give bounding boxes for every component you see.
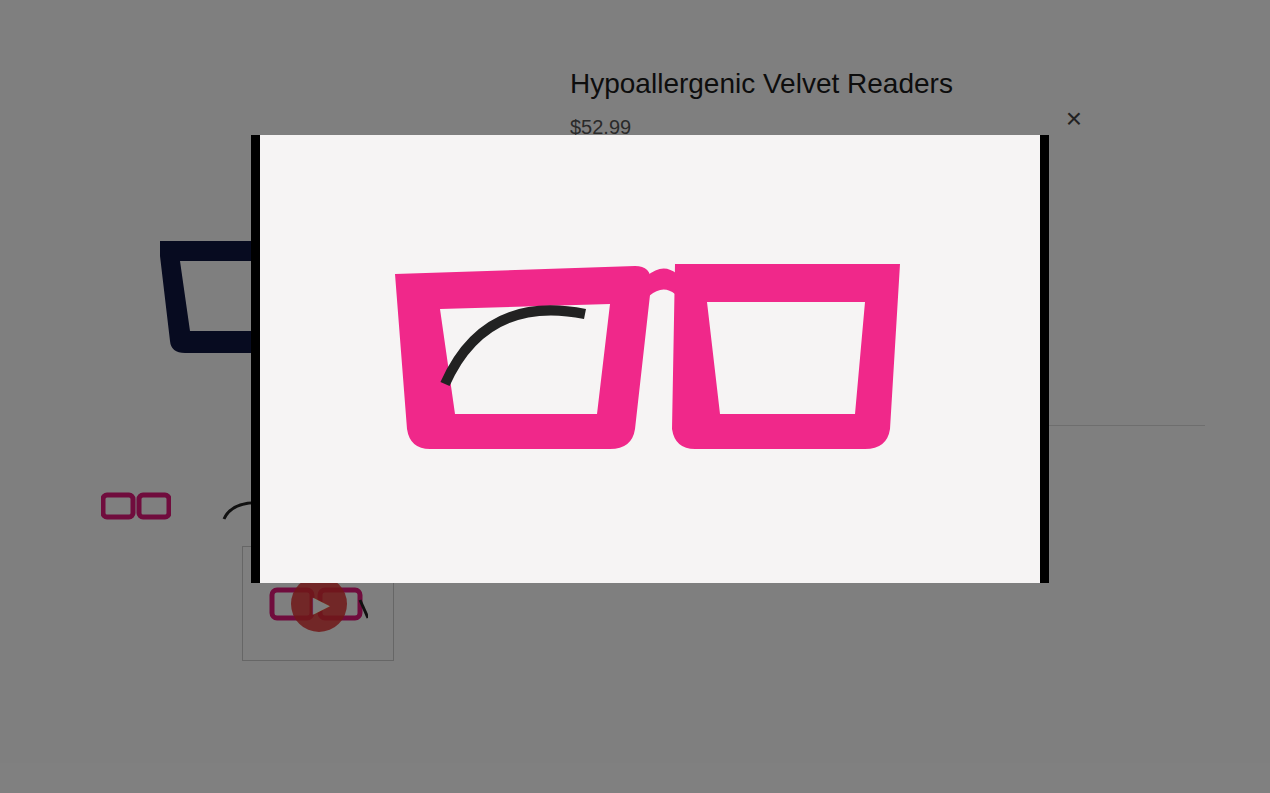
close-button[interactable]: × (1062, 104, 1086, 134)
video-frame[interactable] (260, 135, 1040, 583)
pink-glasses-icon (385, 254, 915, 464)
video-modal (251, 135, 1049, 583)
